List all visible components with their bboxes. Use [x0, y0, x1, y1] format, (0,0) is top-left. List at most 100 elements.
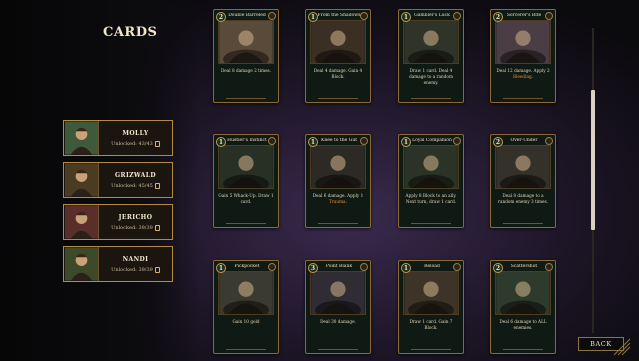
card-frame-divider [503, 98, 543, 99]
card-desc-part: damage to ALL enemies. [513, 319, 547, 330]
card-art [403, 20, 459, 64]
card-name: Scattershot [510, 264, 538, 269]
card-frame-divider [318, 98, 358, 99]
card-description: Deal 8 damage 2 times. [218, 68, 274, 74]
card-name: Knee to the Gut [320, 138, 358, 143]
card-desc-part: Deal [312, 193, 324, 198]
card-frame-divider [318, 349, 358, 350]
character-portrait [65, 205, 99, 239]
character-name: NANDI [122, 255, 149, 263]
character-unlocked-count: Unlocked: 45/45 [99, 182, 172, 189]
deck-icon [154, 140, 160, 147]
card-art [218, 145, 274, 189]
card-double-barreled[interactable]: 2 Double Barreled Deal 8 damage 2 times. [213, 9, 279, 103]
card-desc-part: . [345, 199, 347, 204]
corner-ornament-icon [613, 338, 631, 356]
card-description: Deal 6 damage. Apply 1 Trauma. [310, 193, 366, 205]
card-desc-part: Deal [320, 319, 332, 324]
card-frame-divider [226, 223, 266, 224]
card-desc-part: Apply 8 Block to an ally. Next turn, dra… [405, 193, 457, 204]
card-art [495, 20, 551, 64]
card-desc-part: damage. Apply 2 [512, 68, 550, 73]
card-desc-part: Draw 1 card. Deal [409, 68, 450, 73]
card-frame-divider [226, 349, 266, 350]
card-description: Draw 1 card. Gain 7 Block. [403, 319, 459, 331]
unlocked-text: Unlocked: 39/39 [111, 224, 153, 231]
card-reload[interactable]: 1 Reload Draw 1 card. Gain 7 Block. [398, 260, 464, 354]
card-name: Point Blank [325, 264, 353, 269]
unlocked-text: Unlocked: 39/39 [111, 266, 153, 273]
card-frame-divider [318, 223, 358, 224]
card-scattershot[interactable]: 2 Scattershot Deal 6 damage to ALL enemi… [490, 260, 556, 354]
card-art [403, 145, 459, 189]
card-gambler-s-luck[interactable]: 1 Gambler's Luck Draw 1 card. Deal 4 dam… [398, 9, 464, 103]
card-art [403, 271, 459, 315]
unlocked-text: Unlocked: 45/45 [111, 182, 153, 189]
card-desc-part: Trauma [329, 199, 346, 204]
card-desc-part: gold [250, 319, 260, 324]
card-name: Sorcerer's Bite [506, 13, 542, 18]
card-from-the-shadows[interactable]: 1 From the Shadows Deal 4 damage. Gain 4… [305, 9, 371, 103]
card-desc-part: damage 2 times. [234, 68, 272, 73]
card-desc-part: Gain 5 Whack-Up. Draw 1 card. [218, 193, 274, 204]
card-desc-part: Deal [220, 68, 232, 73]
character-unlocked-count: Unlocked: 43/43 [99, 140, 172, 147]
character-entry-molly[interactable]: MOLLY Unlocked: 43/43 [63, 120, 173, 156]
card-name: Double Barreled [228, 13, 266, 18]
card-frame-divider [411, 349, 451, 350]
card-knee-to-the-gut[interactable]: 1 Knee to the Gut Deal 6 damage. Apply 1… [305, 134, 371, 228]
card-frame-divider [226, 98, 266, 99]
scrollbar-thumb[interactable] [591, 90, 595, 230]
card-name: Reload [424, 264, 440, 269]
card-frame-divider [411, 223, 451, 224]
character-portrait [65, 163, 99, 197]
character-unlocked-count: Unlocked: 39/39 [99, 266, 172, 273]
deck-icon [154, 224, 160, 231]
card-art [310, 20, 366, 64]
card-frame-divider [503, 349, 543, 350]
card-description: Deal 4 damage. Gain 4 Block. [310, 68, 366, 80]
card-art [218, 271, 274, 315]
card-sorcerer-s-bite[interactable]: 2 Sorcerer's Bite Deal 12 damage. Apply … [490, 9, 556, 103]
card-desc-part: Deal [313, 68, 325, 73]
card-point-blank[interactable]: 3 Point Blank Deal 30 damage. [305, 260, 371, 354]
card-pickpocket[interactable]: 1 Pickpocket Gain 10 gold [213, 260, 279, 354]
card-desc-part: . [531, 74, 534, 79]
card-desc-part: Gain 10 [232, 319, 251, 324]
card-description: Deal 12 damage. Apply 2 Bleeding. [495, 68, 551, 80]
card-name: Over-Under [510, 138, 538, 143]
card-desc-part: damage to a random enemy. [409, 74, 453, 85]
character-name: JERICHO [118, 213, 153, 221]
character-name: GRIZWALD [115, 171, 156, 179]
card-loyal-companion[interactable]: 1 Loyal Companion Apply 8 Block to an al… [398, 134, 464, 228]
card-hustler-s-instinct[interactable]: 1 Hustler's Instinct Gain 5 Whack-Up. Dr… [213, 134, 279, 228]
card-art [310, 271, 366, 315]
card-frame-divider [503, 223, 543, 224]
character-portrait [65, 247, 99, 281]
character-entry-grizwald[interactable]: GRIZWALD Unlocked: 45/45 [63, 162, 173, 198]
card-art [495, 271, 551, 315]
card-desc-part: damage. Apply 1 [326, 193, 364, 198]
card-desc-part: Deal [499, 319, 511, 324]
character-entry-jericho[interactable]: JERICHO Unlocked: 39/39 [63, 204, 173, 240]
card-description: Deal 8 damage to a random enemy 3 times. [495, 193, 551, 205]
card-name: Pickpocket [234, 264, 260, 269]
character-unlocked-count: Unlocked: 39/39 [99, 224, 172, 231]
card-over-under[interactable]: 2 Over-Under Deal 8 damage to a random e… [490, 134, 556, 228]
character-entry-nandi[interactable]: NANDI Unlocked: 39/39 [63, 246, 173, 282]
card-description: Gain 10 gold [218, 319, 274, 325]
card-name: Loyal Companion [412, 138, 452, 143]
card-description: Gain 5 Whack-Up. Draw 1 card. [218, 193, 274, 205]
card-desc-part: 4 [449, 68, 453, 73]
card-description: Draw 1 card. Deal 4 damage to a random e… [403, 68, 459, 86]
card-desc-part: Draw 1 card. Gain 7 Block. [409, 319, 453, 330]
card-frame-divider [411, 98, 451, 99]
page-title: CARDS [103, 25, 158, 40]
card-art [495, 145, 551, 189]
unlocked-text: Unlocked: 43/43 [111, 140, 153, 147]
deck-icon [154, 182, 160, 189]
card-name: From the Shadows [317, 13, 361, 18]
card-name: Gambler's Luck [414, 13, 450, 18]
card-desc-part: damage. [336, 319, 356, 324]
card-art [218, 20, 274, 64]
